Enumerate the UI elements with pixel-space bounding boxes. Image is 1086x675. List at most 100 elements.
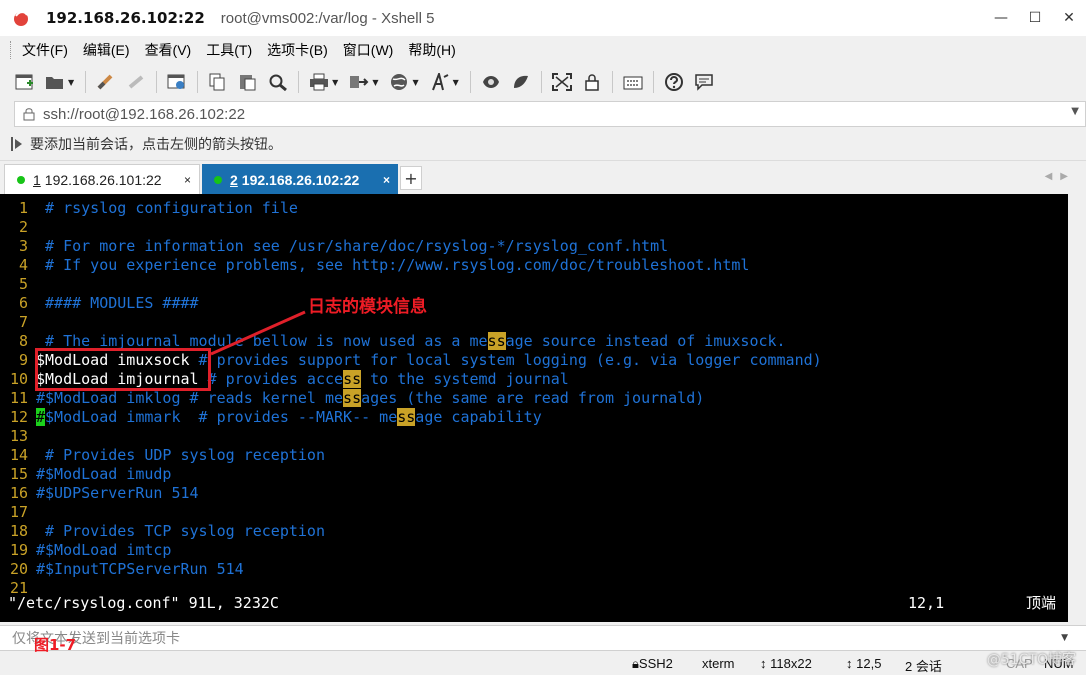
terminal-line: 14 # Provides UDP syslog reception	[9, 446, 325, 464]
terminal-line: 19 #$ModLoad imtcp	[9, 541, 172, 559]
transfer-dropdown-icon[interactable]: ▼	[372, 78, 378, 87]
terminal-line: 12 #$ModLoad immark # provides --MARK-- m…	[9, 408, 542, 426]
menu-tools[interactable]: 工具(T)	[206, 40, 252, 60]
terminal-line: 1 # rsyslog configuration file	[18, 199, 298, 217]
menu-tab[interactable]: 选项卡(B)	[267, 40, 328, 60]
connected-status-dot-icon	[214, 175, 222, 184]
resize-icon: ↕	[760, 656, 771, 671]
terminal-scrollbar[interactable]	[1068, 194, 1086, 622]
status-sessions: 2 会话	[905, 659, 942, 674]
status-size: ↕ 118x22	[760, 656, 812, 671]
compose-bar[interactable]: 仅将文本发送到当前选项卡 ▼	[0, 625, 1086, 651]
globe-dropdown-icon[interactable]: ▼	[412, 78, 418, 87]
keyboard-icon[interactable]	[622, 71, 644, 93]
find-icon[interactable]	[267, 71, 289, 93]
menu-file[interactable]: 文件(F)	[22, 40, 68, 60]
address-dropdown-icon[interactable]: ▼	[1071, 106, 1079, 117]
print-icon[interactable]	[308, 71, 330, 93]
tab-label: 192.168.26.102:22	[241, 171, 360, 188]
annotation-box	[35, 348, 211, 391]
maximize-button[interactable]: ☐	[1018, 0, 1052, 36]
xftp-icon[interactable]	[480, 71, 502, 93]
watermark: @51CTO博客	[986, 652, 1076, 668]
chat-icon[interactable]	[693, 71, 715, 93]
terminal-line: 5	[18, 275, 28, 293]
terminal-line: 7	[18, 313, 28, 331]
globe-icon[interactable]	[388, 71, 410, 93]
menu-view[interactable]: 查看(V)	[145, 40, 192, 60]
vim-status-top: 顶端	[1026, 594, 1057, 612]
toolbar-separator	[85, 71, 87, 93]
font-icon[interactable]	[429, 71, 451, 93]
search-highlight: ss	[487, 332, 506, 350]
tab-session-2[interactable]: 2 192.168.26.102:22 ×	[202, 164, 398, 195]
address-input[interactable]: ssh://root@192.168.26.102:22	[43, 106, 245, 123]
connected-status-dot-icon	[17, 176, 25, 184]
print-dropdown-icon[interactable]: ▼	[332, 78, 338, 87]
new-session-icon[interactable]	[14, 71, 36, 93]
search-highlight: ss	[343, 389, 362, 407]
toolbar-separator	[540, 71, 542, 93]
new-tab-button[interactable]: +	[400, 166, 422, 190]
menu-help[interactable]: 帮助(H)	[408, 40, 455, 60]
status-bar: 🔒︎SSH2 xterm ↕ 118x22 ↕ 12,5 2 会话 CAP NU…	[0, 652, 1086, 675]
disconnect-icon[interactable]	[125, 71, 147, 93]
tab-number: 1	[33, 172, 41, 188]
text-cursor: #	[36, 408, 46, 426]
tab-close-icon[interactable]: ×	[383, 173, 390, 187]
terminal-line: 6 #### MODULES ####	[18, 294, 199, 312]
terminal-line: 3 # For more information see /usr/share/…	[18, 237, 669, 255]
address-bar[interactable]: ssh://root@192.168.26.102:22 ▼	[14, 101, 1086, 127]
terminal[interactable]: 1 # rsyslog configuration file 2 3 # For…	[0, 194, 1086, 622]
toolbar-separator	[611, 71, 613, 93]
paste-icon[interactable]	[237, 71, 259, 93]
properties-icon[interactable]	[166, 71, 188, 93]
status-pos: ↕ 12,5	[846, 656, 882, 671]
menu-window[interactable]: 窗口(W)	[343, 40, 394, 60]
minimize-button[interactable]: —	[984, 0, 1018, 36]
session-hint-bar: 要添加当前会话，点击左侧的箭头按钮。	[0, 130, 1086, 158]
menu-edit[interactable]: 编辑(E)	[83, 40, 130, 60]
status-term: xterm	[702, 656, 735, 671]
search-highlight: ss	[397, 408, 416, 426]
lock-icon[interactable]	[581, 71, 603, 93]
terminal-line: 16 #$UDPServerRun 514	[9, 484, 199, 502]
terminal-line: 15 #$ModLoad imudp	[9, 465, 172, 483]
arrow-button-icon[interactable]	[10, 136, 24, 152]
lock-small-icon: 🔒︎	[632, 656, 639, 671]
close-button[interactable]: ✕	[1052, 0, 1086, 36]
toolbar: ▼ ▼ ▼ ▼ ▼	[0, 64, 1086, 100]
tab-close-icon[interactable]: ×	[184, 173, 191, 187]
terminal-line: 17	[9, 503, 28, 521]
status-ssh: 🔒︎SSH2	[632, 656, 673, 671]
tab-scroll-arrows-icon[interactable]: ◀▶	[1045, 171, 1076, 182]
search-highlight: ss	[343, 370, 362, 388]
toolbar-separator	[298, 71, 300, 93]
terminal-line: 2	[18, 218, 28, 236]
open-dropdown-icon[interactable]: ▼	[68, 78, 74, 87]
terminal-line: 13	[9, 427, 28, 445]
font-dropdown-icon[interactable]: ▼	[453, 78, 459, 87]
vim-status-file: "/etc/rsyslog.conf" 91L, 3232C	[8, 594, 279, 612]
copy-icon[interactable]	[207, 71, 229, 93]
transfer-icon[interactable]	[348, 71, 370, 93]
reconnect-icon[interactable]	[95, 71, 117, 93]
open-folder-icon[interactable]	[44, 71, 66, 93]
window-title-host: 192.168.26.102:22	[46, 9, 205, 27]
title-bar: 192.168.26.102:22 root@vms002:/var/log -…	[0, 0, 1086, 36]
menu-grip	[10, 41, 13, 59]
tab-session-1[interactable]: 1 192.168.26.101:22 ×	[4, 164, 200, 195]
help-icon[interactable]	[663, 71, 685, 93]
terminal-line: 4 # If you experience problems, see http…	[18, 256, 750, 274]
xmanager-icon[interactable]	[510, 71, 532, 93]
tab-number: 2	[230, 171, 238, 188]
compose-dropdown-icon[interactable]: ▼	[1061, 633, 1068, 643]
tab-bar: 1 192.168.26.101:22 × 2 192.168.26.102:2…	[0, 160, 1086, 195]
vim-status-position: 12,1	[908, 594, 945, 612]
fullscreen-icon[interactable]	[551, 71, 573, 93]
annotation-label: 日志的模块信息	[308, 297, 427, 317]
session-hint-text: 要添加当前会话，点击左侧的箭头按钮。	[30, 136, 282, 152]
toolbar-separator	[652, 71, 654, 93]
terminal-line: 20 #$InputTCPServerRun 514	[9, 560, 244, 578]
xshell-logo-icon	[10, 7, 32, 29]
